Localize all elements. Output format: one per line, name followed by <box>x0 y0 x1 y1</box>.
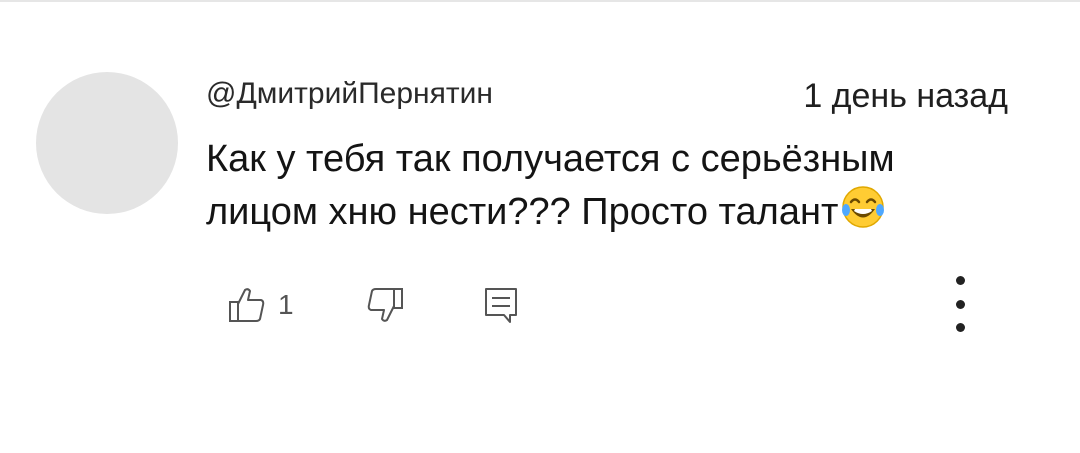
tears-of-joy-emoji-icon <box>842 186 885 228</box>
comment-text-line-2-content: лицом хню нести??? Просто талант <box>206 191 839 233</box>
thumbs-up-icon <box>229 288 265 322</box>
comment-text-line-1: Как у тебя так получается с серьёзным <box>206 138 895 180</box>
more-vertical-icon-dot-2 <box>955 299 965 309</box>
like-count: 1 <box>278 289 294 320</box>
top-divider <box>0 0 1080 2</box>
comment-text: Как у тебя так получается с серьёзным ли… <box>206 134 1026 237</box>
reply-comment-icon <box>485 288 517 323</box>
like-button[interactable]: 1 <box>226 282 294 328</box>
more-vertical-icon-dot-1 <box>955 276 965 285</box>
more-options-button[interactable] <box>944 276 976 332</box>
comment-text-line-2: лицом хню нести??? Просто талант <box>206 184 1026 237</box>
dislike-button[interactable] <box>364 282 406 328</box>
more-vertical-icon-dot-3 <box>955 323 965 332</box>
comment-author[interactable]: @ДмитрийПернятин <box>206 76 493 112</box>
thumbs-down-icon <box>367 288 403 322</box>
avatar[interactable] <box>36 72 178 214</box>
comment-timestamp: 1 день назад <box>803 77 1008 115</box>
reply-button[interactable] <box>480 282 522 328</box>
